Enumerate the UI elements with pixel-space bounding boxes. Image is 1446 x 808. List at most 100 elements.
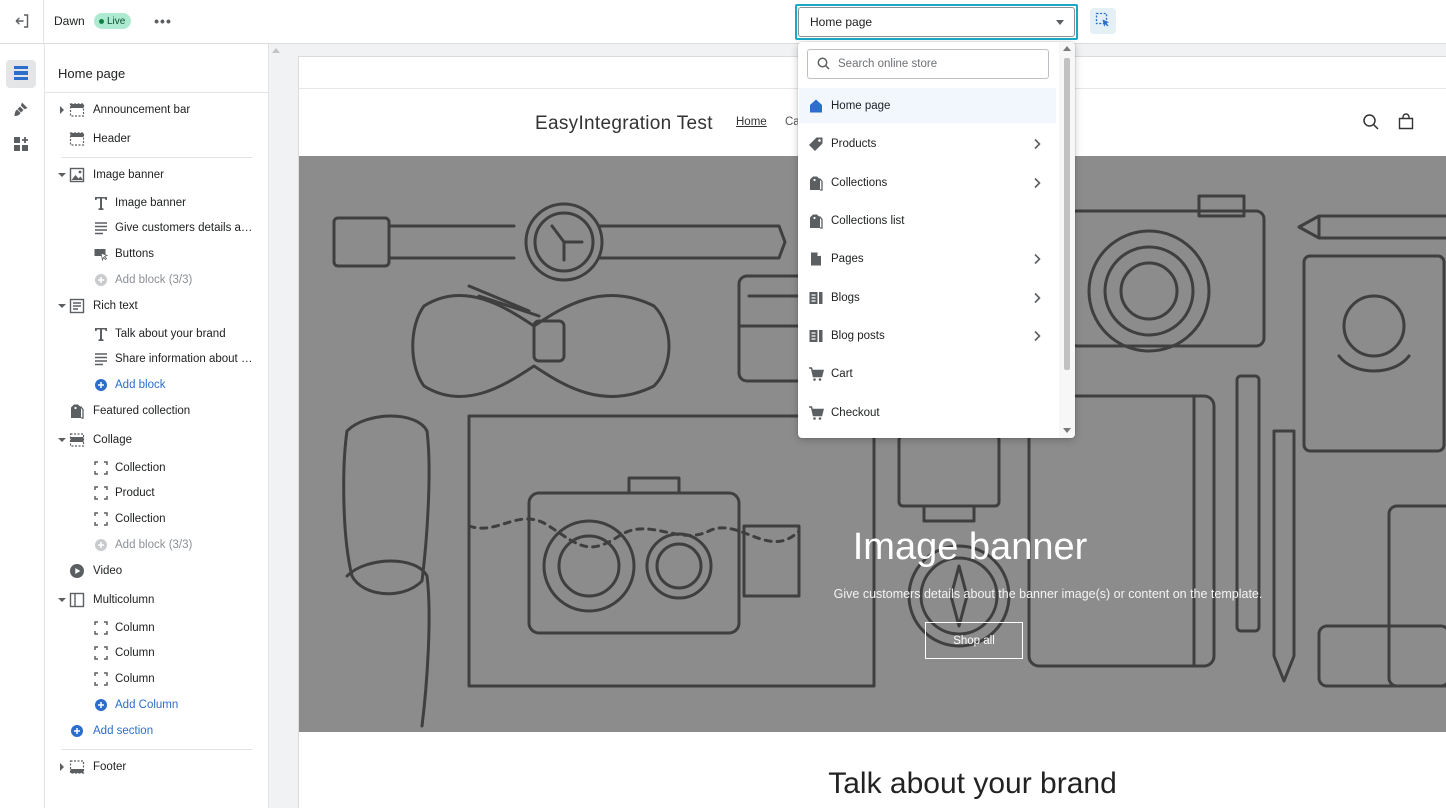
page-selector[interactable]: Home page xyxy=(798,7,1075,37)
block-label: Collection xyxy=(115,513,166,525)
block-heading[interactable]: Talk about your brand xyxy=(45,322,268,346)
exit-button[interactable] xyxy=(0,0,44,44)
section-label: Featured collection xyxy=(93,405,191,417)
caret-down-icon xyxy=(58,173,66,177)
add-block-label: Add block (3/3) xyxy=(115,539,193,551)
section-header[interactable]: Header xyxy=(45,127,268,151)
rich-text-icon xyxy=(69,298,85,314)
block-column[interactable]: Column xyxy=(45,641,268,665)
section-announcement-bar[interactable]: Announcement bar xyxy=(45,98,268,122)
play-circle-icon xyxy=(69,563,85,579)
plus-circle-icon xyxy=(93,377,109,393)
block-product[interactable]: Product xyxy=(45,481,268,505)
dropdown-item-cart[interactable]: Cart xyxy=(799,356,1056,391)
section-label: Video xyxy=(93,565,123,577)
section-featured-collection[interactable]: Featured collection xyxy=(45,399,268,423)
block-heading[interactable]: Image banner xyxy=(45,191,268,215)
inspector-toggle-button[interactable] xyxy=(1090,8,1116,34)
search-placeholder: Search online store xyxy=(838,58,938,70)
block-collection[interactable]: Collection xyxy=(45,456,268,480)
block-label: Column xyxy=(115,622,155,634)
scroll-down-arrow-icon[interactable] xyxy=(1063,428,1071,433)
plus-circle-icon xyxy=(93,537,109,553)
block-label: Image banner xyxy=(115,197,186,209)
rich-text-heading[interactable]: Talk about your brand xyxy=(299,767,1446,801)
dropdown-item-collections[interactable]: Collections xyxy=(799,165,1056,200)
paintbrush-icon xyxy=(13,101,29,120)
dropdown-scrollbar[interactable] xyxy=(1059,42,1075,438)
text-icon xyxy=(93,326,109,342)
chevron-right-icon xyxy=(1032,138,1042,153)
sidebar-scrollbar[interactable] xyxy=(269,44,286,808)
page-selector-focus-ring: Home page xyxy=(795,4,1078,40)
home-icon xyxy=(808,98,824,114)
search-online-store-input[interactable]: Search online store xyxy=(807,49,1049,79)
button-block-icon xyxy=(93,246,109,262)
dropdown-item-blog-posts[interactable]: Blog posts xyxy=(799,318,1056,353)
store-name[interactable]: EasyIntegration Test xyxy=(535,113,713,135)
dropdown-item-pages[interactable]: Pages xyxy=(799,241,1056,276)
dashed-square-icon xyxy=(93,645,109,661)
nav-link-home[interactable]: Home xyxy=(736,116,767,128)
app-embeds-button[interactable] xyxy=(6,131,36,159)
block-collection[interactable]: Collection xyxy=(45,507,268,531)
caret-down-icon xyxy=(58,304,66,308)
tag-icon xyxy=(808,136,824,152)
dropdown-item-label: Checkout xyxy=(831,406,880,419)
section-video[interactable]: Video xyxy=(45,559,268,583)
scroll-up-arrow-icon[interactable] xyxy=(272,48,280,53)
section-collage[interactable]: Collage xyxy=(45,428,268,452)
dropdown-item-label: Blogs xyxy=(831,291,860,304)
add-block-button[interactable]: Add block xyxy=(45,373,268,397)
section-bar-icon xyxy=(69,432,85,448)
block-buttons[interactable]: Buttons xyxy=(45,242,268,266)
block-label: Column xyxy=(115,647,155,659)
more-actions-button[interactable]: ••• xyxy=(152,10,174,32)
block-column[interactable]: Column xyxy=(45,616,268,640)
dropdown-item-blogs[interactable]: Blogs xyxy=(799,280,1056,315)
dashed-square-icon xyxy=(93,671,109,687)
block-column[interactable]: Column xyxy=(45,667,268,691)
add-column-button[interactable]: Add Column xyxy=(45,693,268,717)
shop-all-button[interactable]: Shop all xyxy=(925,622,1023,659)
add-section-button[interactable]: Add section xyxy=(45,719,268,743)
dropdown-item-checkout[interactable]: Checkout xyxy=(799,395,1056,430)
dropdown-item-label: Collections xyxy=(831,176,888,189)
section-image-banner[interactable]: Image banner xyxy=(45,163,268,187)
block-label: Collection xyxy=(115,462,166,474)
select-cursor-icon xyxy=(1095,12,1111,31)
paragraph-icon xyxy=(93,220,109,236)
scroll-up-arrow-icon[interactable] xyxy=(1063,46,1071,51)
section-multicolumn[interactable]: Multicolumn xyxy=(45,588,268,612)
group-divider xyxy=(61,749,252,750)
sections-button[interactable] xyxy=(6,60,36,88)
dropdown-item-home-page[interactable]: Home page xyxy=(799,88,1056,123)
search-icon[interactable] xyxy=(1362,113,1380,134)
section-bar-icon xyxy=(69,759,85,775)
paragraph-icon xyxy=(93,351,109,367)
block-label: Column xyxy=(115,673,155,685)
add-block-label: Add block xyxy=(115,379,166,391)
dashed-square-icon xyxy=(93,620,109,636)
sections-sidebar: Home page Announcement bar Header Image … xyxy=(45,44,269,808)
section-label: Announcement bar xyxy=(93,104,191,116)
theme-settings-button[interactable] xyxy=(6,96,36,124)
block-text[interactable]: Share information about your brand with … xyxy=(45,347,268,371)
theme-name: Dawn xyxy=(54,14,85,28)
section-rich-text[interactable]: Rich text xyxy=(45,294,268,318)
banner-heading[interactable]: Image banner xyxy=(299,526,1446,569)
section-label: Header xyxy=(93,133,131,145)
page-selector-value: Home page xyxy=(810,15,873,29)
sections-icon xyxy=(13,65,29,84)
plus-circle-icon xyxy=(93,697,109,713)
banner-text[interactable]: Give customers details about the banner … xyxy=(299,587,1446,601)
dropdown-scroll-thumb[interactable] xyxy=(1064,58,1070,370)
section-footer[interactable]: Footer xyxy=(45,755,268,779)
caret-right-icon xyxy=(60,106,64,114)
dropdown-item-collections-list[interactable]: Collections list xyxy=(799,203,1056,238)
section-label: Footer xyxy=(93,761,127,773)
image-icon xyxy=(69,167,85,183)
dropdown-item-products[interactable]: Products xyxy=(799,126,1056,161)
cart-icon[interactable] xyxy=(1397,113,1415,134)
block-text[interactable]: Give customers details about the banner … xyxy=(45,216,268,240)
